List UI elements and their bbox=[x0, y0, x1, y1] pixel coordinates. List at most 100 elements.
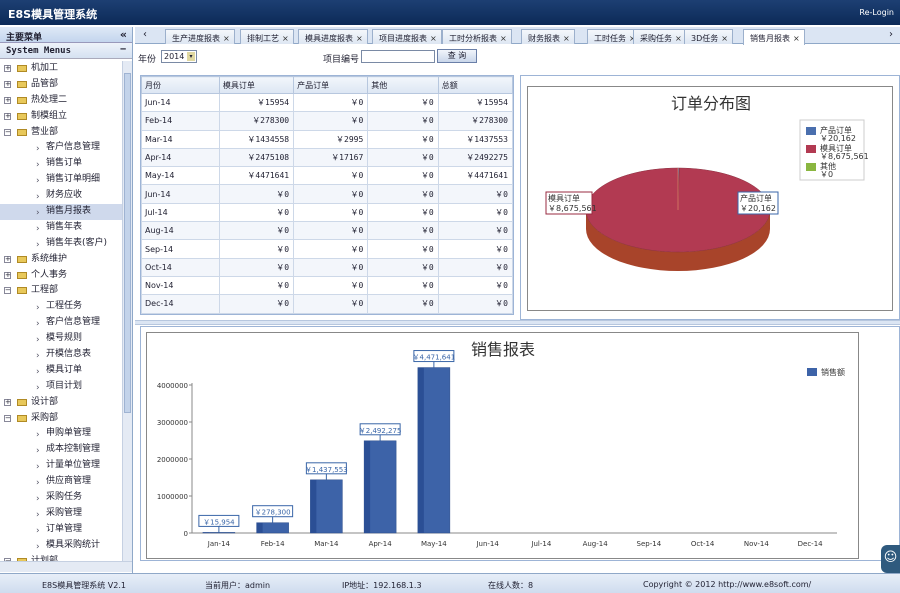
menu-leaf-item[interactable]: › 模具采购统计 bbox=[0, 538, 122, 554]
menu-folder-item[interactable]: − 计划部 bbox=[0, 554, 122, 561]
menu-leaf-item[interactable]: › 销售订单明细 bbox=[0, 172, 122, 188]
menu-folder-item[interactable]: + 机加工 bbox=[0, 61, 122, 77]
table-row[interactable]: Apr-14 ￥2475108 ￥17167 ￥0 ￥2492275 bbox=[141, 147, 513, 168]
query-button[interactable]: 查 询 bbox=[437, 49, 477, 63]
menu-leaf-item[interactable]: › 订单管理 bbox=[0, 522, 122, 538]
expand-icon[interactable]: + bbox=[4, 112, 11, 120]
collapse-menus-button[interactable]: − bbox=[120, 44, 126, 55]
expand-icon[interactable]: + bbox=[4, 271, 11, 279]
scrollbar-thumb[interactable] bbox=[124, 73, 131, 413]
menu-leaf-item[interactable]: › 模号规则 bbox=[0, 331, 122, 347]
tab-label: 财务报表 bbox=[528, 34, 560, 43]
table-row[interactable]: Jun-14 ￥15954 ￥0 ￥0 ￥15954 bbox=[141, 92, 513, 113]
tab-3[interactable]: 项目进度报表 × bbox=[372, 29, 442, 44]
table-row[interactable]: Nov-14 ￥0 ￥0 ￥0 ￥0 bbox=[141, 275, 513, 296]
table-row[interactable]: Feb-14 ￥278300 ￥0 ￥0 ￥278300 bbox=[141, 111, 513, 131]
menu-leaf-item[interactable]: › 客户信息管理 bbox=[0, 315, 122, 331]
tab-1[interactable]: 排制工艺 × bbox=[240, 29, 294, 44]
sidebar-scrollbar[interactable] bbox=[122, 61, 132, 561]
table-row[interactable]: Dec-14 ￥0 ￥0 ￥0 ￥0 bbox=[141, 294, 513, 314]
close-tab-icon[interactable]: × bbox=[356, 34, 363, 43]
expand-icon[interactable]: + bbox=[4, 398, 11, 406]
close-tab-icon[interactable]: × bbox=[223, 34, 230, 43]
panel-splitter[interactable] bbox=[135, 320, 900, 325]
expand-icon[interactable]: + bbox=[4, 65, 11, 72]
close-tab-icon[interactable]: × bbox=[721, 34, 728, 43]
menu-leaf-item[interactable]: › 客户信息管理 bbox=[0, 140, 122, 156]
collapse-icon[interactable]: − bbox=[4, 414, 11, 422]
expand-icon[interactable]: + bbox=[4, 96, 11, 104]
menu-folder-item[interactable]: + 系统维护 bbox=[0, 252, 122, 268]
table-row[interactable]: Jun-14 ￥0 ￥0 ￥0 ￥0 bbox=[141, 184, 513, 204]
table-row[interactable]: Mar-14 ￥1434558 ￥2995 ￥0 ￥1437553 bbox=[141, 129, 513, 149]
table-cell: ￥15954 bbox=[437, 92, 513, 113]
sidebar-horizontal-scrollbar[interactable] bbox=[0, 561, 132, 572]
menu-leaf-item[interactable]: › 成本控制管理 bbox=[0, 442, 122, 458]
menu-item-label: 成本控制管理 bbox=[46, 444, 101, 455]
table-row[interactable]: Aug-14 ￥0 ￥0 ￥0 ￥0 bbox=[141, 221, 513, 241]
menu-leaf-item[interactable]: › 销售年表(客户) bbox=[0, 236, 122, 252]
menu-folder-item[interactable]: + 制模组立 bbox=[0, 109, 122, 125]
table-row[interactable]: Sep-14 ￥0 ￥0 ￥0 ￥0 bbox=[141, 239, 513, 259]
tab-2[interactable]: 模具进度报表 × bbox=[298, 29, 368, 44]
table-row[interactable]: May-14 ￥4471641 ￥0 ￥0 ￥4471641 bbox=[141, 166, 513, 186]
tab-7[interactable]: 采购任务 × bbox=[633, 29, 687, 44]
menu-folder-item[interactable]: − 工程部 bbox=[0, 283, 122, 299]
table-row[interactable]: Jul-14 ￥0 ￥0 ￥0 ￥0 bbox=[141, 202, 513, 223]
menu-leaf-item[interactable]: › 采购任务 bbox=[0, 490, 122, 506]
column-header[interactable]: 总额 bbox=[437, 76, 513, 94]
menu-leaf-item[interactable]: › 计量单位管理 bbox=[0, 458, 122, 474]
table-row[interactable]: Oct-14 ￥0 ￥0 ￥0 ￥0 bbox=[141, 257, 513, 277]
menu-item-label: 申购单管理 bbox=[46, 428, 92, 439]
tab-next-button[interactable]: › bbox=[885, 29, 897, 43]
menu-leaf-item[interactable]: › 财务应收 bbox=[0, 188, 122, 204]
expand-icon[interactable]: + bbox=[4, 255, 11, 263]
table-cell: Oct-14 bbox=[141, 257, 220, 277]
column-header[interactable]: 模具订单 bbox=[218, 76, 295, 94]
system-menus-title: System Menus bbox=[6, 46, 72, 56]
relogin-link[interactable]: Re-Login bbox=[859, 8, 894, 17]
tab-5[interactable]: 财务报表 × bbox=[521, 29, 575, 44]
table-cell: ￥0 bbox=[367, 275, 439, 296]
bar-chart-svg: 销售报表 0 1000000 2000000 3000000 4000000 Jan-14 ￥… bbox=[157, 340, 845, 548]
collapse-sidebar-button[interactable]: « bbox=[120, 28, 127, 41]
tab-4[interactable]: 工时分析报表 × bbox=[442, 29, 512, 44]
close-tab-icon[interactable]: × bbox=[282, 34, 289, 43]
menu-folder-item[interactable]: − 营业部 bbox=[0, 125, 122, 141]
tab-0[interactable]: 生产进度报表 × bbox=[165, 29, 235, 44]
menu-folder-item[interactable]: + 设计部 bbox=[0, 395, 122, 411]
menu-folder-item[interactable]: + 热处理二 bbox=[0, 93, 122, 109]
column-header[interactable]: 产品订单 bbox=[293, 76, 369, 94]
expand-icon[interactable]: + bbox=[4, 80, 11, 88]
close-tab-icon[interactable]: × bbox=[793, 34, 800, 43]
menu-leaf-item[interactable]: › 模具订单 bbox=[0, 363, 122, 379]
chat-icon[interactable]: ☺ bbox=[881, 545, 900, 573]
tab-9[interactable]: 销售月报表 × bbox=[743, 29, 805, 45]
menu-folder-item[interactable]: − 采购部 bbox=[0, 411, 122, 427]
column-header[interactable]: 月份 bbox=[141, 76, 220, 94]
menu-leaf-item[interactable]: › 销售月报表 bbox=[0, 204, 122, 220]
tab-8[interactable]: 3D任务 × bbox=[684, 29, 733, 44]
close-tab-icon[interactable]: × bbox=[675, 34, 682, 43]
close-tab-icon[interactable]: × bbox=[500, 34, 507, 43]
column-header[interactable]: 其他 bbox=[367, 76, 439, 94]
menu-leaf-item[interactable]: › 销售年表 bbox=[0, 220, 122, 236]
menu-folder-item[interactable]: + 个人事务 bbox=[0, 268, 122, 284]
menu-leaf-item[interactable]: › 申购单管理 bbox=[0, 426, 122, 442]
menu-leaf-item[interactable]: › 销售订单 bbox=[0, 156, 122, 172]
x-tick-label: Jul-14 bbox=[530, 540, 551, 548]
menu-leaf-item[interactable]: › 供应商管理 bbox=[0, 474, 122, 490]
menu-leaf-item[interactable]: › 采购管理 bbox=[0, 506, 122, 522]
year-select[interactable]: 2014 ▾ bbox=[161, 50, 197, 63]
menu-folder-item[interactable]: + 品管部 bbox=[0, 77, 122, 93]
menu-leaf-item[interactable]: › 工程任务 bbox=[0, 299, 122, 315]
menu-leaf-item[interactable]: › 项目计划 bbox=[0, 379, 122, 395]
close-tab-icon[interactable]: × bbox=[430, 34, 437, 43]
collapse-icon[interactable]: − bbox=[4, 287, 11, 295]
tab-prev-button[interactable]: ‹ bbox=[139, 29, 151, 43]
menu-leaf-item[interactable]: › 开模信息表 bbox=[0, 347, 122, 363]
close-tab-icon[interactable]: × bbox=[563, 34, 570, 43]
project-number-input[interactable] bbox=[361, 50, 435, 63]
collapse-icon[interactable]: − bbox=[4, 128, 11, 136]
pie-legend: 产品订单￥20,162模具订单￥8,675,561其他￥0 bbox=[799, 119, 869, 181]
